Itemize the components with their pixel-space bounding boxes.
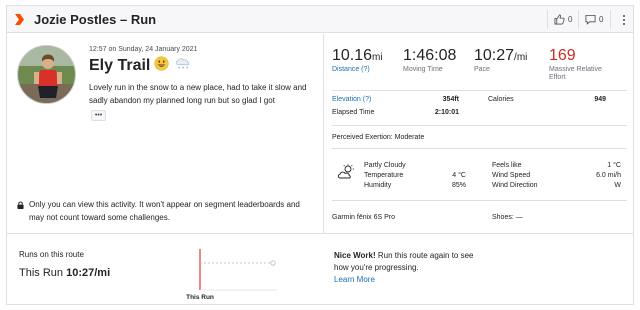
distance-unit: mi bbox=[372, 52, 383, 63]
activity-name: Ely Trail * * * bbox=[89, 56, 191, 76]
divider bbox=[332, 148, 627, 149]
page-title: Jozie Postles – Run bbox=[34, 12, 157, 27]
stat-relative-effort[interactable]: 169 Massive Relative Effort bbox=[549, 47, 602, 82]
divider bbox=[332, 200, 627, 201]
feels-like-value: 1 °C bbox=[607, 162, 621, 169]
activity-stats: 10.16mi Distance (?) 1:46:08 Moving Time… bbox=[323, 34, 633, 233]
kudos-count: 0 bbox=[568, 15, 573, 24]
calories-label: Calories bbox=[488, 96, 514, 103]
activity-card: Jozie Postles – Run 0 0 12:57 on Sunday,… bbox=[6, 5, 634, 305]
relative-effort-value: 169 bbox=[549, 47, 576, 64]
divider bbox=[332, 90, 627, 91]
elevation-value: 354ft bbox=[442, 96, 459, 103]
activity-datetime: 12:57 on Sunday, 24 January 2021 bbox=[89, 46, 198, 53]
expand-description-button[interactable]: ••• bbox=[91, 110, 106, 121]
stat-distance: 10.16mi Distance (?) bbox=[332, 47, 383, 74]
chart-point bbox=[270, 260, 276, 266]
weather-condition: Partly Cloudy bbox=[364, 162, 406, 169]
wind-direction-label: Wind Direction bbox=[492, 182, 538, 189]
elapsed-time-label: Elapsed Time bbox=[332, 109, 375, 116]
more-options-button[interactable] bbox=[618, 11, 630, 28]
stat-moving-time: 1:46:08 Moving Time bbox=[403, 47, 456, 74]
this-run-summary: This Run 10:27/mi bbox=[19, 267, 110, 279]
comments-count: 0 bbox=[599, 15, 604, 24]
humidity-label: Humidity bbox=[364, 182, 392, 189]
temperature-value: 4 °C bbox=[452, 172, 466, 179]
activity-header: Jozie Postles – Run 0 0 bbox=[7, 6, 633, 33]
calories-value: 949 bbox=[594, 96, 606, 103]
perceived-exertion: Perceived Exertion: Moderate bbox=[332, 134, 425, 141]
avatar[interactable] bbox=[17, 45, 76, 104]
divider bbox=[332, 125, 627, 126]
wind-direction-value: W bbox=[614, 182, 621, 189]
relative-effort-label-2: Effort bbox=[549, 74, 566, 81]
privacy-notice: Only you can view this activity. It won'… bbox=[17, 198, 317, 224]
grinning-face-icon bbox=[154, 56, 169, 71]
pace-unit: /mi bbox=[514, 52, 528, 63]
header-divider bbox=[547, 10, 548, 29]
pace-label: Pace bbox=[474, 66, 490, 73]
kudos-button[interactable]: 0 bbox=[554, 12, 572, 27]
lock-icon bbox=[17, 201, 24, 209]
distance-value: 10.16 bbox=[332, 47, 373, 64]
activity-summary: 12:57 on Sunday, 24 January 2021 Ely Tra… bbox=[7, 34, 322, 233]
more-vertical-icon bbox=[623, 14, 625, 25]
route-pace-chart: This Run bbox=[186, 249, 277, 301]
device-name: Garmin fēnix 6S Pro bbox=[332, 214, 396, 221]
wind-speed-label: Wind Speed bbox=[492, 172, 531, 179]
runs-on-route-label: Runs on this route bbox=[19, 250, 84, 259]
temperature-label: Temperature bbox=[364, 172, 404, 179]
nice-work-bold: Nice Work! bbox=[334, 251, 376, 260]
moving-time-value: 1:46:08 bbox=[403, 47, 457, 64]
wind-speed-value: 6.0 mi/h bbox=[596, 172, 621, 179]
nice-work-message: Nice Work! Run this route again to see h… bbox=[334, 250, 474, 286]
header-divider bbox=[610, 10, 611, 29]
strava-chevron-icon bbox=[15, 14, 27, 27]
header-divider bbox=[578, 10, 579, 29]
this-run-prefix: This Run bbox=[19, 267, 64, 279]
moving-time-label: Moving Time bbox=[403, 66, 443, 73]
route-comparison: Runs on this route This Run 10:27/mi Thi… bbox=[7, 233, 633, 305]
activity-description: Lovely run in the snow to a new place, h… bbox=[89, 83, 307, 105]
chart-this-run-label: This Run bbox=[186, 294, 214, 301]
distance-label-link[interactable]: Distance (?) bbox=[332, 66, 383, 74]
learn-more-link[interactable]: Learn More bbox=[334, 275, 375, 284]
this-run-pace: 10:27/mi bbox=[66, 267, 111, 279]
pace-value: 10:27 bbox=[474, 47, 515, 64]
elapsed-time-value: 2:10:01 bbox=[434, 109, 459, 116]
activity-title: Ely Trail bbox=[89, 57, 151, 74]
activity-emojis: * * * bbox=[154, 56, 190, 76]
relative-effort-label-1: Massive Relative bbox=[549, 66, 602, 73]
privacy-text: Only you can view this activity. It won'… bbox=[29, 200, 300, 222]
svg-text:* * *: * * * bbox=[178, 66, 189, 71]
comment-icon bbox=[585, 14, 596, 25]
stat-pace: 10:27/mi Pace bbox=[474, 47, 527, 74]
comments-button[interactable]: 0 bbox=[585, 12, 603, 27]
snow-cloud-icon: * * * bbox=[175, 58, 190, 72]
shoes: Shoes: — bbox=[492, 214, 523, 221]
humidity-value: 85% bbox=[451, 182, 466, 189]
thumbs-up-icon bbox=[554, 14, 565, 25]
elevation-label-link[interactable]: Elevation (?) bbox=[332, 96, 371, 103]
feels-like-label: Feels like bbox=[492, 162, 522, 169]
partly-cloudy-icon bbox=[337, 164, 354, 179]
